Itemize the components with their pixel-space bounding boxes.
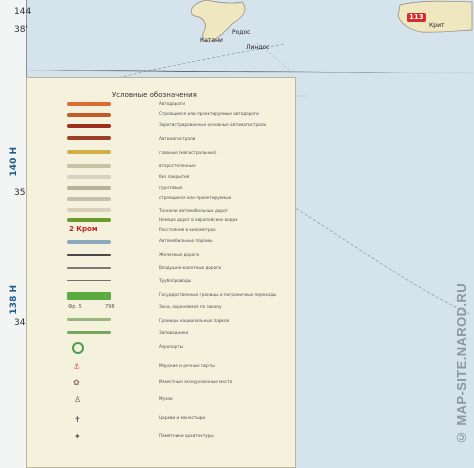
legend-item-14: Железные дороги [159,252,200,257]
legend-item-10: Тоннели автомобильных дорог [159,208,228,213]
symbol-elevation-2: Фр. 5 [68,304,82,310]
legend-item-18: Зона, охраняемая по закону [159,304,222,309]
legend-item-15: Воздушно-канатные дороги [159,265,222,270]
monument-icon: ✦ [74,432,81,441]
legend-item-9: строящиеся или проектируемые [159,195,232,200]
vertical-label-140: 140 H [9,147,19,177]
legend-item-25: Церкви и монастыри [159,415,206,420]
legend-item-5: главные (магистральные) [159,150,217,155]
symbol-elevation-3: 798 [105,304,115,310]
legend-item-7: без покрытия [159,174,190,179]
legend-title: Условные обозначения [112,91,197,99]
church-icon: ✝ [74,415,81,424]
place-label-krit: Крит [429,22,445,29]
vertical-label-138: 138 H [9,285,19,315]
legend-item-26: Памятники архитектуры [159,433,214,438]
legend-item-12: Расстояния в километрах [159,227,216,232]
airport-icon [72,342,84,354]
watermark: © MAP-SITE.NAROD.RU [454,283,469,445]
legend-item-4: Автомагистрали [159,136,196,141]
legend-item-21: Аэропорты [159,344,184,349]
legend-item-6: второстепенные [159,163,196,168]
legend-item-22: Морские и речные порты [159,363,215,368]
place-label-katania: Катани [200,37,223,44]
legend-item-19: Границы национальных парков [159,318,229,323]
left-frame: 144 38' 140 H 35' 138 H 34' [0,0,31,468]
legend-item-1: Автодороги [159,101,185,106]
tour-spot-icon: ✿ [73,378,80,387]
legend-item-24: Музеи [159,396,173,401]
place-label-linidos: Линдос [246,44,270,51]
museum-icon: ♙ [74,395,82,404]
legend-item-16: Трубопроводы [159,278,192,283]
legend-item-3: Зарегистрированные основные автомагистра… [159,122,267,127]
route-number-badge: 113 [407,13,426,22]
legend-panel: Условные обозначения Автодороги Строящие… [26,77,296,468]
legend-item-2: Строящиеся или проектируемые автодороги [159,111,259,116]
port-icon: ⚓ [73,362,81,371]
coord-38: 38' [14,25,28,35]
legend-item-13: Автомобильные паромы [159,238,213,243]
legend-item-20: Заповедники [159,330,189,335]
legend-item-11: Номера дорог в европейских водах [159,217,238,222]
top-number: 144 [14,7,32,17]
place-label-rodos: Родос [232,29,251,36]
legend-item-23: Известные экскурсионные места [159,379,233,384]
legend-item-8: грунтовые [159,185,183,190]
legend-item-17: Государственные границы и пограничные пе… [159,292,277,297]
distance-marker: 2 Кром [69,225,98,233]
